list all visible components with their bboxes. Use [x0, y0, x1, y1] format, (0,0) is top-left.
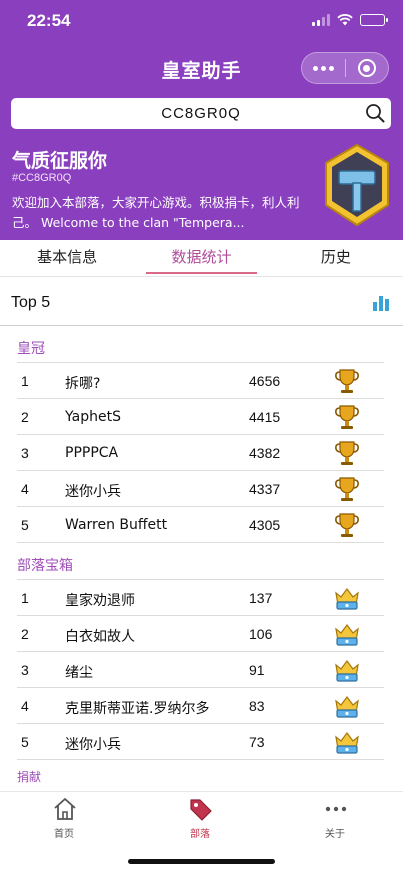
- more-icon: [325, 806, 347, 812]
- table-row: 5 迷你小兵 73: [17, 724, 384, 760]
- row-value: 73: [249, 734, 265, 750]
- row-value: 106: [249, 626, 273, 642]
- status-icons: [312, 14, 388, 26]
- row-rank: 1: [21, 590, 29, 606]
- panel-title: Top 5: [11, 294, 51, 311]
- row-value: 4382: [249, 445, 281, 461]
- row-value: 4305: [249, 517, 281, 533]
- panel-header: Top 5: [0, 283, 403, 326]
- section-title-donations: 捐献: [17, 770, 42, 784]
- clan-chest-table: 1 皇家劝退师 137 2 白衣如故人 106 3 绪尘 91 4 克里斯蒂亚诺.罗纳尔多 83…: [17, 579, 384, 760]
- search-icon[interactable]: [365, 103, 385, 123]
- clan-tabs: 基本信息 数据统计 历史: [0, 240, 403, 277]
- crown-chest-icon: [335, 588, 359, 610]
- nav-item-home[interactable]: 首页: [14, 792, 114, 848]
- row-rank: 5: [21, 517, 29, 533]
- close-miniprogram-button[interactable]: [345, 53, 388, 83]
- clan-badge-icon: [325, 143, 389, 227]
- statistics-panel: Top 5 皇冠 1 拆哪? 4656 2 YaphetS 4415 3 PPPPCA 43…: [0, 283, 403, 791]
- search-bar: [11, 98, 391, 129]
- crowns-table: 1 拆哪? 4656 2 YaphetS 4415 3 PPPPCA 4382 4 迷你小兵 4…: [17, 362, 384, 543]
- tab-history[interactable]: 历史: [269, 240, 403, 276]
- nav-label-about: 关于: [325, 829, 345, 840]
- row-value: 83: [249, 698, 265, 714]
- section-title-clan-chest: 部落宝箱: [17, 558, 73, 574]
- clan-description: 欢迎加入本部落，大家开心游戏。积极捐卡，利人利己。 Welcome to the…: [12, 195, 300, 230]
- target-circle-icon: [357, 59, 376, 77]
- trophy-icon: [335, 441, 359, 465]
- clan-tag: #CC8GR0Q: [12, 172, 72, 184]
- home-indicator[interactable]: [128, 859, 275, 864]
- table-row: 2 白衣如故人 106: [17, 616, 384, 652]
- trophy-icon: [335, 405, 359, 429]
- row-player-name: 绪尘: [65, 665, 93, 681]
- bar-chart-icon[interactable]: [373, 295, 389, 311]
- more-menu-button[interactable]: [302, 53, 345, 83]
- trophy-icon: [335, 369, 359, 393]
- row-player-name: 迷你小兵: [65, 737, 121, 753]
- crown-chest-icon: [335, 732, 359, 754]
- nav-item-about[interactable]: 关于: [285, 792, 385, 848]
- miniprogram-capsule: [301, 52, 389, 84]
- row-rank: 3: [21, 662, 29, 678]
- row-rank: 2: [21, 409, 29, 425]
- row-rank: 3: [21, 445, 29, 461]
- table-row: 3 绪尘 91: [17, 652, 384, 688]
- row-value: 4656: [249, 373, 281, 389]
- nav-label-clan: 部落: [190, 829, 210, 840]
- row-value: 4415: [249, 409, 281, 425]
- navigation-bar: 皇室助手: [0, 44, 403, 92]
- table-row: 2 YaphetS 4415: [17, 399, 384, 435]
- row-player-name: 迷你小兵: [65, 484, 121, 500]
- row-rank: 4: [21, 481, 29, 497]
- row-player-name: PPPPCA: [65, 445, 119, 461]
- trophy-icon: [335, 477, 359, 501]
- battery-icon: [360, 14, 388, 26]
- table-row: 5 Warren Buffett 4305: [17, 507, 384, 543]
- row-value: 4337: [249, 481, 281, 497]
- table-row: 1 拆哪? 4656: [17, 363, 384, 399]
- status-bar: 22:54: [0, 0, 403, 44]
- nav-label-home: 首页: [54, 829, 74, 840]
- nav-item-clan[interactable]: 部落: [150, 792, 250, 848]
- row-player-name: 皇家劝退师: [65, 593, 135, 609]
- row-player-name: 克里斯蒂亚诺.罗纳尔多: [65, 701, 210, 717]
- table-row: 3 PPPPCA 4382: [17, 435, 384, 471]
- row-rank: 4: [21, 698, 29, 714]
- crown-chest-icon: [335, 624, 359, 646]
- clan-search-input[interactable]: [11, 98, 391, 129]
- wifi-icon: [337, 14, 353, 26]
- row-value: 91: [249, 662, 265, 678]
- section-title-crowns: 皇冠: [17, 341, 45, 357]
- trophy-icon: [335, 513, 359, 537]
- tab-statistics[interactable]: 数据统计: [134, 240, 268, 276]
- status-time: 22:54: [27, 11, 71, 30]
- row-player-name: Warren Buffett: [65, 517, 168, 533]
- tag-icon: [190, 799, 212, 821]
- tab-basic-info[interactable]: 基本信息: [0, 240, 134, 276]
- clan-name: 气质征服你: [12, 150, 108, 172]
- row-player-name: 拆哪?: [65, 376, 101, 392]
- row-value: 137: [249, 590, 273, 606]
- home-icon: [54, 798, 76, 820]
- row-rank: 5: [21, 734, 29, 750]
- row-rank: 2: [21, 626, 29, 642]
- crown-chest-icon: [335, 696, 359, 718]
- row-rank: 1: [21, 373, 29, 389]
- row-player-name: YaphetS: [65, 409, 121, 425]
- table-row: 1 皇家劝退师 137: [17, 580, 384, 616]
- table-row: 4 迷你小兵 4337: [17, 471, 384, 507]
- row-player-name: 白衣如故人: [65, 629, 135, 645]
- more-dots-icon: [312, 65, 334, 71]
- crown-chest-icon: [335, 660, 359, 682]
- table-row: 4 克里斯蒂亚诺.罗纳尔多 83: [17, 688, 384, 724]
- signal-icon: [312, 14, 330, 26]
